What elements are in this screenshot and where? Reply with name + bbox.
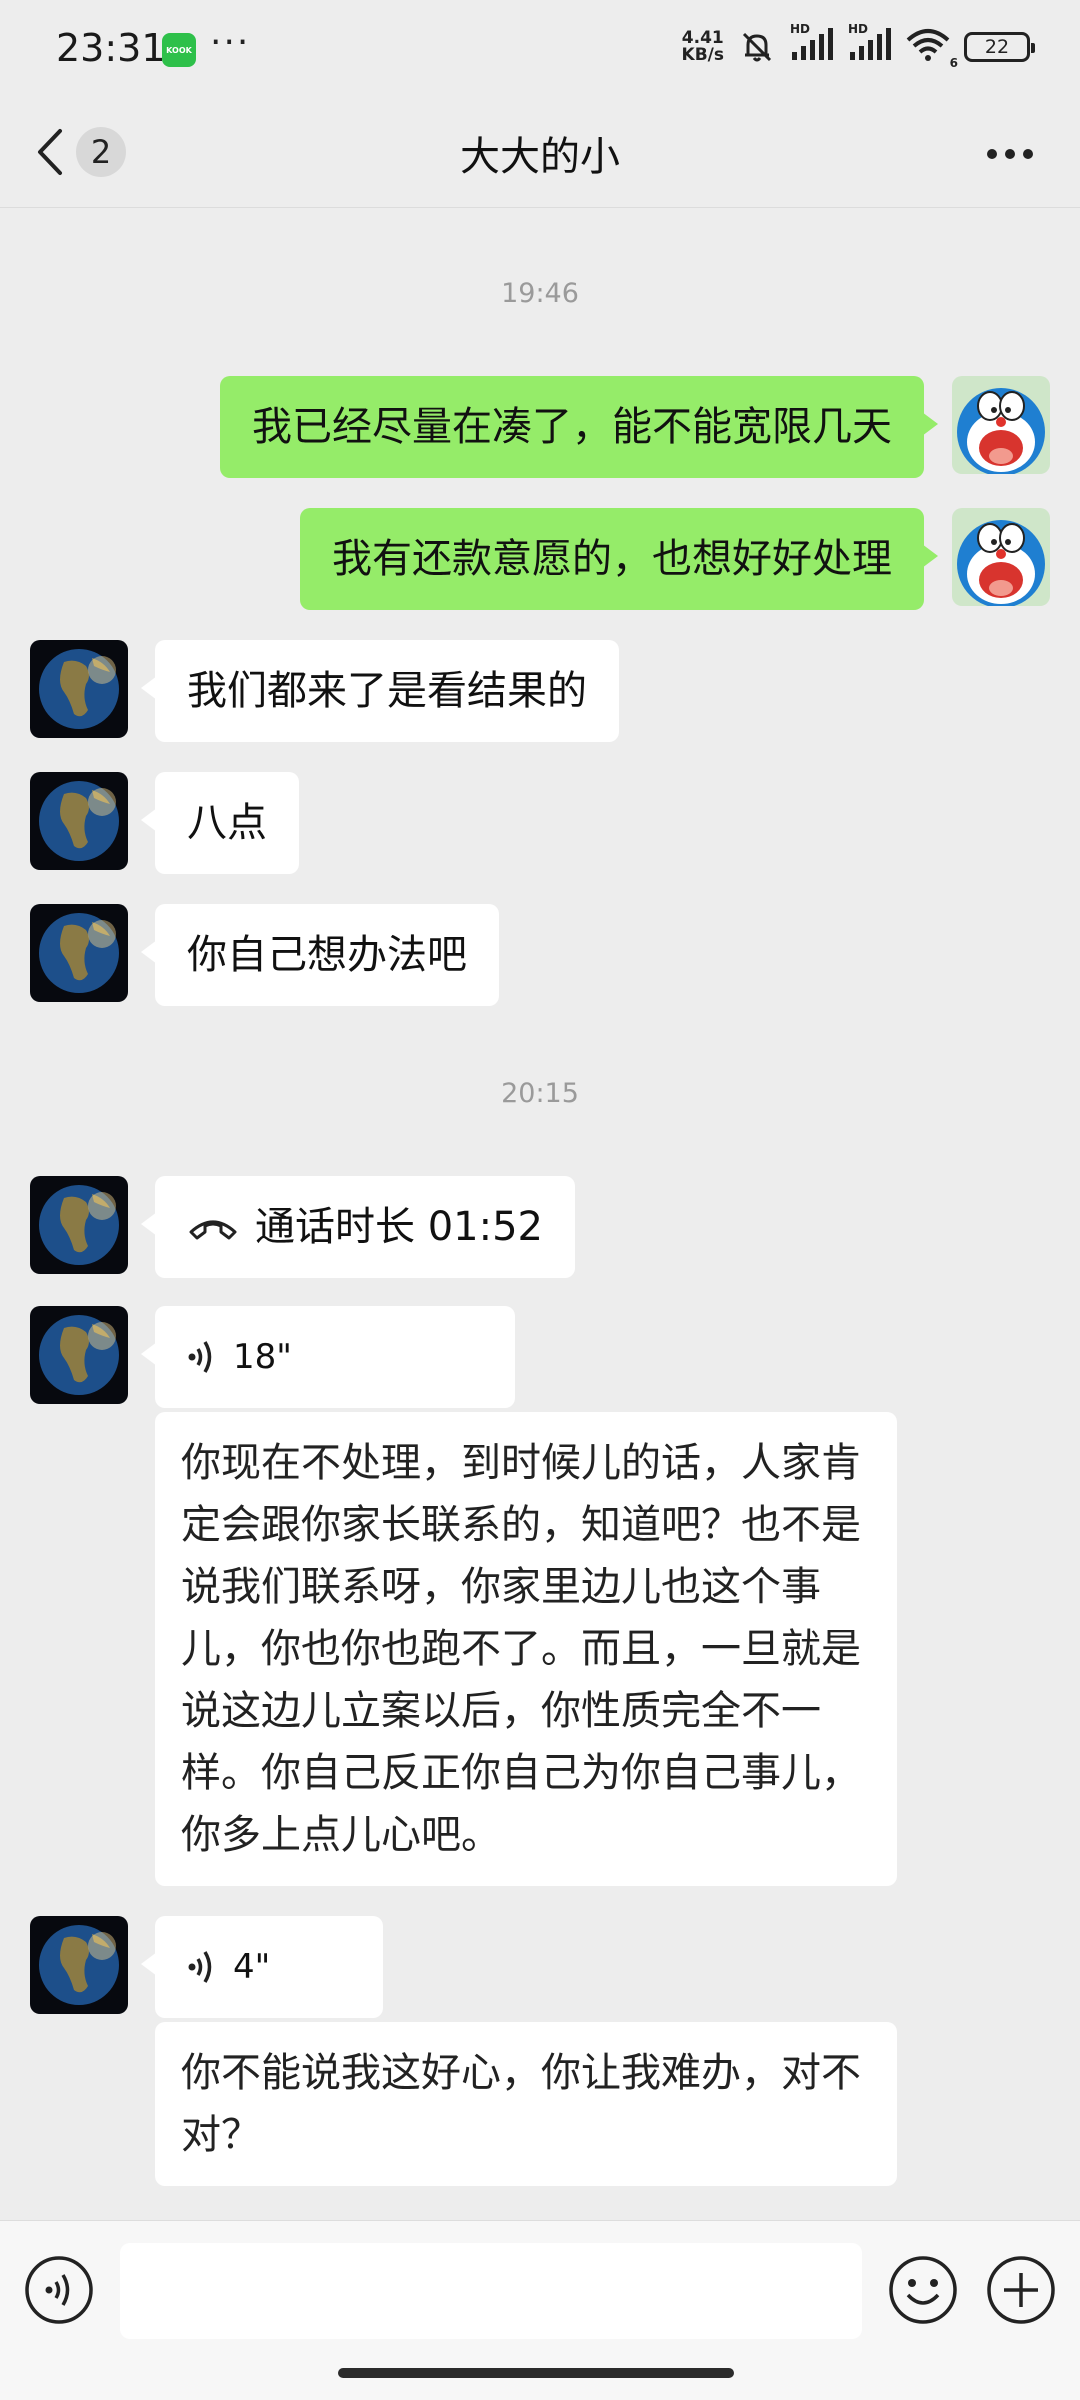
mute-bell-icon (742, 32, 772, 62)
my-avatar[interactable] (952, 508, 1050, 606)
voice-transcript[interactable]: 你不能说我这好心，你让我难办，对不对？ (155, 2022, 897, 2186)
chevron-left-icon (38, 129, 62, 175)
chat-header: 2 大大的小 (0, 100, 1080, 208)
message-timestamp: 20:15 (501, 1078, 579, 1109)
voice-wave-icon (188, 1341, 212, 1373)
earth-avatar-icon (30, 904, 128, 1002)
hd-label: HD (790, 22, 811, 36)
signal-2: HD (848, 22, 892, 66)
my-avatar[interactable] (952, 376, 1050, 474)
contact-avatar[interactable] (30, 1176, 128, 1274)
more-icon (987, 149, 1033, 159)
outgoing-message[interactable]: 我有还款意愿的，也想好好处理 (300, 508, 938, 610)
message-timestamp: 19:46 (501, 278, 579, 309)
network-speed: 4.41 KB/s (682, 30, 724, 64)
contact-avatar[interactable] (30, 1306, 128, 1404)
message-list[interactable]: 19:46 我已经尽量在凑了，能不能宽限几天 我有还款意愿的，也想好好处理 我们… (0, 210, 1080, 2220)
message-input[interactable] (120, 2243, 862, 2339)
unread-count-badge: 2 (76, 127, 126, 177)
voice-input-icon (25, 2256, 93, 2324)
voice-duration: 4" (233, 1947, 271, 1987)
wifi: 6 (906, 28, 958, 70)
network-speed-unit: KB/s (681, 45, 724, 65)
contact-avatar[interactable] (30, 640, 128, 738)
battery-level: 22 (984, 36, 1010, 58)
emoji-icon (889, 2256, 957, 2324)
more-button[interactable] (980, 124, 1040, 184)
status-indicators: 4.41 KB/s HD HD 6 22 (682, 22, 1035, 70)
wifi-icon (906, 29, 950, 61)
call-record-message[interactable]: 通话时长 01:52 (141, 1176, 575, 1278)
earth-avatar-icon (30, 640, 128, 738)
phone-hangup-icon (189, 1220, 237, 1240)
doraemon-avatar-icon (952, 508, 1050, 606)
voice-wave-icon (188, 1951, 212, 1983)
hd-label: HD (848, 22, 869, 36)
voice-message[interactable]: 18" (141, 1306, 515, 1408)
plus-icon (987, 2256, 1055, 2324)
back-button[interactable]: 2 (34, 122, 134, 182)
kook-app-icon: KOOK (162, 33, 196, 67)
earth-avatar-icon (30, 1916, 128, 2014)
home-indicator[interactable] (338, 2368, 734, 2378)
voice-duration: 18" (233, 1337, 292, 1377)
voice-message[interactable]: 4" (141, 1916, 383, 2018)
chat-title: 大大的小 (460, 134, 620, 180)
earth-avatar-icon (30, 1176, 128, 1274)
call-duration-label: 通话时长 01:52 (255, 1204, 543, 1250)
earth-avatar-icon (30, 1306, 128, 1404)
wifi-sub-label: 6 (949, 56, 958, 70)
status-bar: 23:31 KOOK ··· 4.41 KB/s HD HD 6 22 (0, 0, 1080, 100)
add-button[interactable] (986, 2255, 1056, 2325)
incoming-message[interactable]: 我们都来了是看结果的 (141, 640, 619, 742)
voice-input-toggle[interactable] (24, 2255, 94, 2325)
outgoing-message[interactable]: 我已经尽量在凑了，能不能宽限几天 (220, 376, 938, 478)
contact-avatar[interactable] (30, 1916, 128, 2014)
earth-avatar-icon (30, 772, 128, 870)
doraemon-avatar-icon (952, 376, 1050, 474)
incoming-message[interactable]: 八点 (141, 772, 299, 874)
voice-transcript[interactable]: 你现在不处理，到时候儿的话，人家肯定会跟你家长联系的，知道吧？也不是说我们联系呀… (155, 1412, 897, 1886)
contact-avatar[interactable] (30, 904, 128, 1002)
battery-indicator: 22 (964, 32, 1035, 62)
notification-dots: ··· (210, 22, 251, 63)
signal-1: HD (790, 22, 834, 66)
status-time: 23:31 (56, 26, 166, 70)
contact-avatar[interactable] (30, 772, 128, 870)
emoji-button[interactable] (888, 2255, 958, 2325)
incoming-message[interactable]: 你自己想办法吧 (141, 904, 499, 1006)
